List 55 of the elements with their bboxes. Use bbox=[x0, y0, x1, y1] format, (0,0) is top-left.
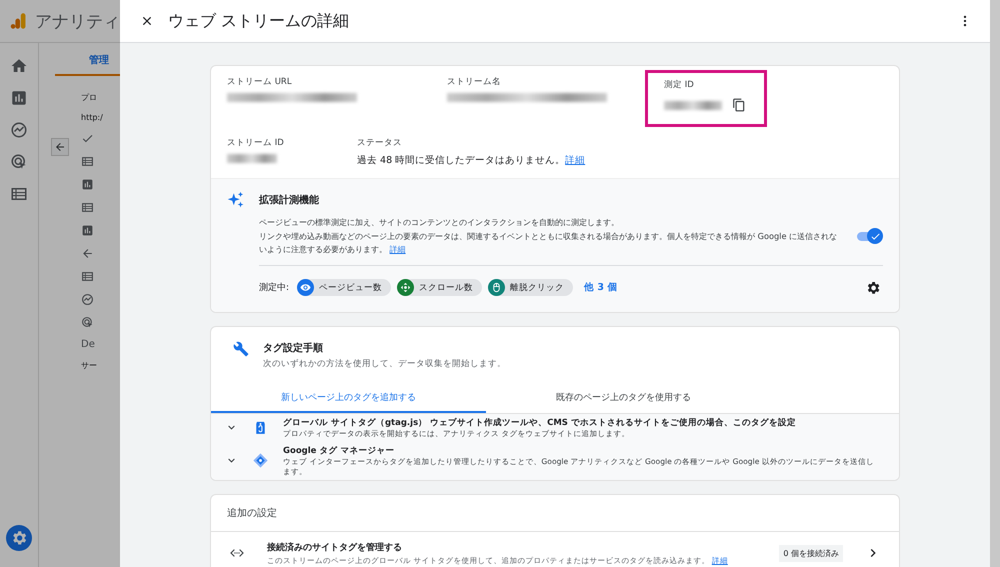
row-title: 接続済みのサイトタグを管理する bbox=[267, 541, 403, 554]
connected-count: 0 個を接続済み bbox=[779, 544, 843, 562]
panel-title: ウェブ ストリームの詳細 bbox=[168, 10, 350, 32]
list-icon[interactable] bbox=[10, 185, 28, 203]
measuring-label: 測定中: bbox=[259, 282, 290, 294]
section-title: 追加の設定 bbox=[211, 494, 899, 532]
wrench-icon bbox=[233, 340, 249, 356]
item-title: Google タグ マネージャー bbox=[283, 444, 396, 456]
nav-icon[interactable] bbox=[81, 201, 94, 214]
back-button[interactable] bbox=[51, 138, 69, 156]
description-text: ページビューの標準測定に加え、サイトのコンテンツとのインタラクションを自動的に測定します。 リンクや埋め込み動画などのページ上の要素のデータは、関連するイベントとともに収集される場合があります。個人を特定できる情報が Google に送信されないように注意する必要があります。 詳細 bbox=[259, 216, 838, 256]
nav-icon[interactable] bbox=[81, 316, 94, 329]
sparkle-icon bbox=[227, 191, 245, 209]
details-link[interactable]: 詳細 bbox=[390, 244, 406, 254]
trend-icon[interactable] bbox=[10, 121, 28, 139]
field-label: 測定 ID bbox=[664, 79, 695, 91]
close-icon bbox=[140, 14, 154, 28]
toggle-switch[interactable] bbox=[857, 228, 883, 244]
nav-icon[interactable] bbox=[81, 247, 94, 260]
section-title: 拡張計測機能 bbox=[259, 194, 320, 207]
nav-icon[interactable] bbox=[81, 224, 94, 237]
nav-icon[interactable] bbox=[81, 178, 94, 191]
target-cursor-icon[interactable] bbox=[10, 153, 28, 171]
redacted-value bbox=[664, 100, 722, 110]
field-label: ストリーム URL bbox=[227, 76, 293, 88]
event-chip: 離脱クリック bbox=[488, 279, 574, 296]
property-label: プロ bbox=[81, 92, 98, 103]
analytics-logo bbox=[10, 11, 27, 31]
arrow-left-icon bbox=[54, 141, 66, 153]
nav-text: De bbox=[81, 339, 96, 350]
gear-icon bbox=[865, 280, 881, 296]
url-text: http:/ bbox=[81, 113, 104, 122]
section-label: サー bbox=[81, 360, 98, 371]
event-chip: スクロール数 bbox=[397, 279, 482, 296]
more-link[interactable]: 他 3 個 bbox=[584, 281, 618, 294]
redacted-value bbox=[227, 154, 277, 163]
nav-icon[interactable] bbox=[81, 132, 94, 145]
nav-icon[interactable] bbox=[81, 293, 94, 306]
status-text: 過去 48 時間に受信したデータはありません。詳細 bbox=[357, 154, 586, 167]
section-title: タグ設定手順 bbox=[263, 341, 324, 354]
event-chip: ページビュー数 bbox=[297, 279, 392, 296]
tab[interactable]: 既存のページ上のタグを使用する bbox=[486, 388, 761, 412]
bar-chart-icon[interactable] bbox=[10, 89, 28, 107]
field-label: ステータス bbox=[357, 137, 403, 149]
field-label: ストリーム ID bbox=[227, 137, 285, 149]
item-title: グローバル サイトタグ（gtag.js） ウェブサイト作成ツールや、CMS でホストされるサイトをご使用の場合、このタグを設定 bbox=[283, 416, 797, 428]
home-icon[interactable] bbox=[10, 57, 28, 75]
nav-icon[interactable] bbox=[81, 270, 94, 283]
field-label: ストリーム名 bbox=[447, 76, 502, 88]
section-subtitle: 次のいずれかの方法を使用して、データ収集を開始します。 bbox=[263, 358, 506, 370]
nav-icon[interactable] bbox=[81, 155, 94, 168]
copy-icon bbox=[732, 98, 746, 112]
diamond-icon bbox=[252, 452, 269, 469]
details-link[interactable]: 詳細 bbox=[565, 155, 586, 166]
app-title: アナリティ bbox=[35, 10, 120, 32]
